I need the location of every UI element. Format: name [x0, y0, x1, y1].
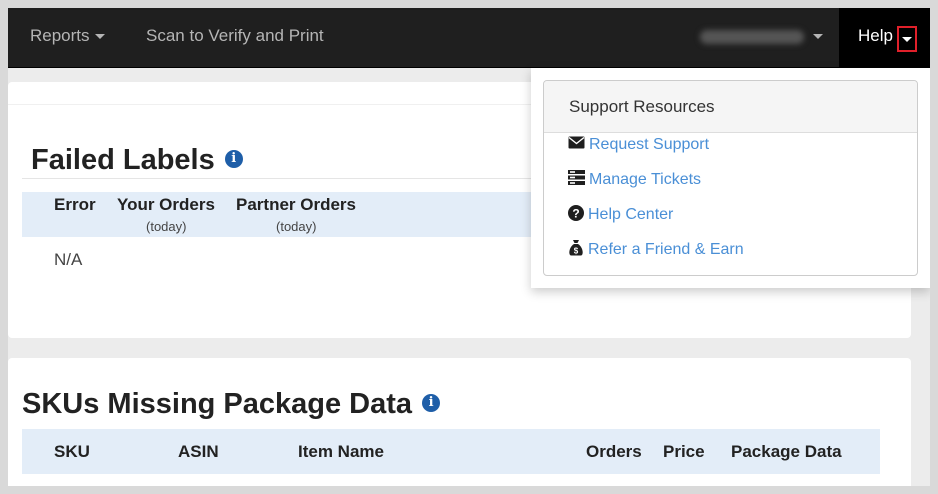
- column-header-price[interactable]: Price: [663, 442, 705, 462]
- info-icon[interactable]: i: [422, 394, 441, 413]
- top-navbar: Reports Scan to Verify and Print Help: [8, 8, 930, 68]
- chevron-down-icon: [813, 34, 823, 40]
- scan-to-verify-link[interactable]: Scan to Verify and Print: [146, 8, 324, 68]
- menu-item-help-center[interactable]: ? Help Center: [568, 203, 673, 227]
- column-header-sku[interactable]: SKU: [54, 442, 90, 462]
- help-label: Help: [858, 26, 893, 45]
- support-resources-title: Support Resources: [569, 97, 715, 116]
- column-subheader-partner-orders: (today): [276, 219, 317, 234]
- column-header-partner-orders[interactable]: Partner Orders: [236, 195, 356, 215]
- column-header-asin[interactable]: ASIN: [178, 442, 219, 462]
- manage-tickets-link[interactable]: Manage Tickets: [589, 171, 701, 188]
- svg-text:$: $: [574, 247, 579, 256]
- skus-missing-title: SKUs Missing Package Data: [22, 388, 413, 420]
- help-center-link[interactable]: Help Center: [588, 206, 673, 223]
- help-menu[interactable]: Help: [839, 8, 930, 68]
- menu-item-manage-tickets[interactable]: Manage Tickets: [568, 168, 701, 192]
- request-support-link[interactable]: Request Support: [589, 136, 709, 153]
- question-circle-icon: ?: [568, 204, 584, 221]
- menu-item-refer-a-friend[interactable]: $ Refer a Friend & Earn: [568, 238, 744, 262]
- money-bag-icon: $: [569, 240, 583, 256]
- redacted-username: [700, 29, 804, 44]
- envelope-icon: [568, 136, 585, 149]
- help-dropdown-menu: Support Resources Request Support Manage…: [531, 68, 930, 288]
- table-cell-error: N/A: [54, 250, 83, 269]
- failed-labels-heading: Failed Labels i: [31, 144, 243, 177]
- info-icon[interactable]: i: [224, 150, 243, 169]
- server-icon: [568, 170, 585, 186]
- reports-menu[interactable]: Reports: [30, 8, 105, 68]
- support-resources-header: Support Resources: [544, 81, 917, 133]
- menu-item-request-support[interactable]: Request Support: [568, 133, 709, 157]
- column-header-package-data[interactable]: Package Data: [731, 442, 842, 462]
- user-menu[interactable]: [700, 8, 823, 68]
- reports-label: Reports: [30, 26, 90, 45]
- failed-labels-title: Failed Labels: [31, 144, 215, 176]
- skus-table-header: SKU ASIN Item Name Orders Price Package …: [22, 429, 880, 474]
- column-header-orders[interactable]: Orders: [586, 442, 642, 462]
- column-header-item-name[interactable]: Item Name: [298, 442, 384, 462]
- chevron-down-icon: [94, 34, 105, 40]
- skus-missing-heading: SKUs Missing Package Data i: [22, 388, 441, 421]
- column-subheader-your-orders: (today): [146, 219, 187, 234]
- refer-a-friend-link[interactable]: Refer a Friend & Earn: [588, 241, 744, 258]
- skus-missing-panel: SKUs Missing Package Data i SKU ASIN Item…: [8, 358, 911, 486]
- svg-text:?: ?: [572, 206, 579, 220]
- caret-down-icon: [902, 37, 912, 42]
- help-dropdown-toggle[interactable]: [897, 26, 917, 52]
- support-resources-card: Support Resources Request Support Manage…: [543, 80, 918, 276]
- column-header-error[interactable]: Error: [54, 195, 96, 215]
- app-window: Reports Scan to Verify and Print Help Fa…: [8, 8, 930, 486]
- column-header-your-orders[interactable]: Your Orders: [117, 195, 215, 215]
